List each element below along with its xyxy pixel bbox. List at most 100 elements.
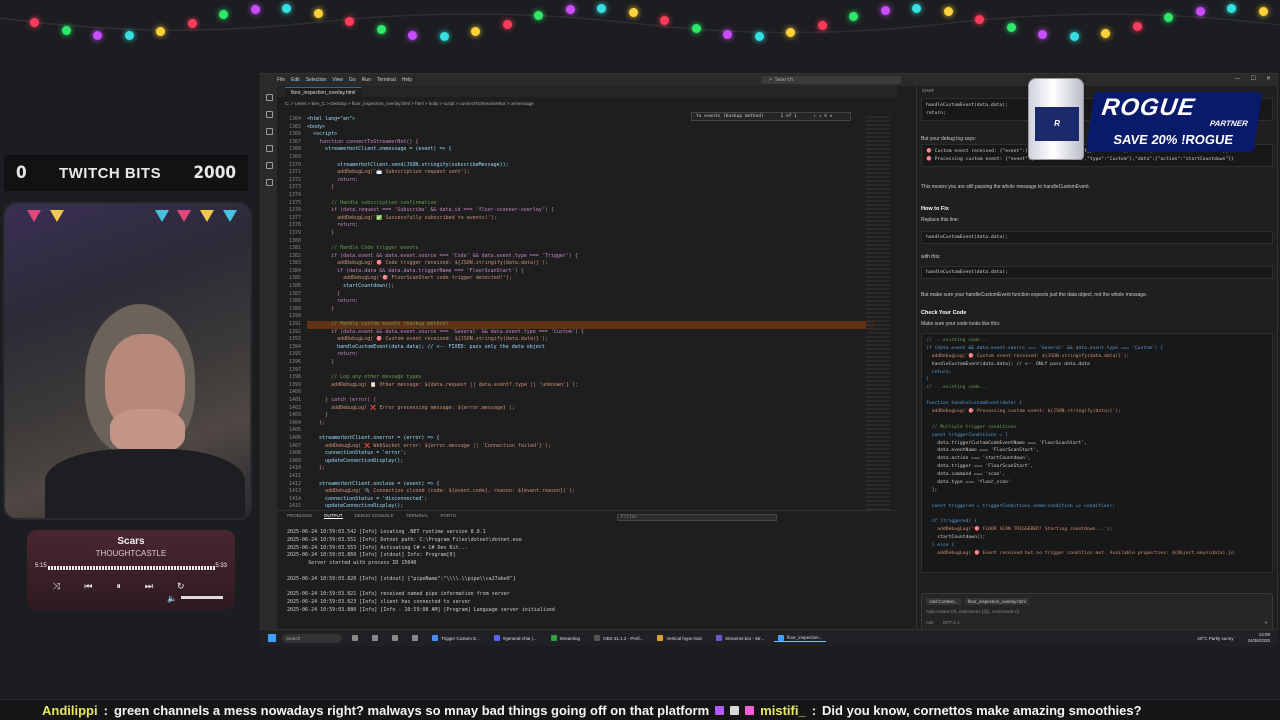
file-explorer-icon[interactable] <box>348 635 362 641</box>
explorer-icon[interactable] <box>265 94 273 101</box>
panel-tab-terminal[interactable]: TERMINAL <box>406 513 429 519</box>
shuffle-icon[interactable]: ⤨ <box>53 581 60 592</box>
fairy-light-bulb <box>93 31 102 41</box>
search-placeholder: Search <box>775 77 794 83</box>
panel-tab-output[interactable]: OUTPUT <box>324 513 343 519</box>
code-line: addDebugLog(`🎯 Custom event received: ${… <box>307 336 549 343</box>
find-nav-icon[interactable]: ↑ ↓ ≡ ✕ <box>813 114 832 119</box>
weather-widget[interactable]: 20°C Partly sunny <box>1197 636 1233 641</box>
code-editor[interactable]: 1364 1365 1366 1367 1368 1369 1370 1371 1372 1373… <box>277 116 875 510</box>
menu-item-go[interactable]: Go <box>349 77 356 83</box>
line-number: 1366 <box>288 131 301 138</box>
line-number: 1390 <box>288 313 301 320</box>
taskbar-app[interactable]: Trigger Custom E... <box>428 635 484 641</box>
start-icon[interactable] <box>268 634 276 642</box>
taskbar-app[interactable]: OBS 31.1.2 - Profi... <box>590 635 647 641</box>
chat-input[interactable]: Add Context... floor_inspection_overlay.… <box>921 593 1273 633</box>
taskbar-app[interactable]: floor_inspection... <box>774 634 827 642</box>
menu-item-terminal[interactable]: Terminal <box>377 77 396 83</box>
run-debug-icon[interactable] <box>265 145 273 152</box>
line-number: 1373 <box>288 184 301 191</box>
send-icon[interactable]: ➤ <box>1264 620 1268 626</box>
code-line: }; <box>307 419 326 426</box>
code-line: // ...existing code... <box>926 338 989 343</box>
chrome-icon[interactable] <box>388 635 402 641</box>
line-number: 1403 <box>288 412 301 419</box>
log-line: 2025-06-24 10:59:03.823 [Info] client ha… <box>287 599 471 606</box>
menu-item-edit[interactable]: Edit <box>291 77 300 83</box>
clock[interactable]: 13:09 24/06/2025 <box>1247 632 1278 644</box>
menu-item-run[interactable]: Run <box>362 77 371 83</box>
mode-select[interactable]: Ask <box>926 620 934 625</box>
fairy-light-bulb <box>534 11 543 21</box>
panel-tab-ports[interactable]: PORTS <box>441 513 456 519</box>
code-line: <script> <box>307 131 338 138</box>
line-number: 1367 <box>288 138 301 145</box>
next-icon[interactable]: ⏭ <box>145 581 153 592</box>
panel-tab-problems[interactable]: PROBLEMS <box>287 513 312 519</box>
edge-icon[interactable] <box>368 635 382 641</box>
code-line: streamerbotClient.send(JSON.stringify(su… <box>307 161 509 168</box>
badge-icon <box>730 705 740 715</box>
line-number: 1365 <box>288 123 301 130</box>
fairy-light-bulb <box>628 8 638 18</box>
taskbar-search[interactable]: Search <box>282 633 342 643</box>
panel-tab-debug-console[interactable]: DEBUG CONSOLE <box>355 513 394 519</box>
minimap[interactable] <box>866 116 890 510</box>
pause-icon[interactable]: ⏸ <box>116 581 121 592</box>
find-widget[interactable]: to events (backup method) 1 of 1 ↑ ↓ ≡ ✕ <box>691 112 851 121</box>
line-number: 1396 <box>288 359 301 365</box>
fairy-light-bulb <box>219 10 228 20</box>
line-number: 1386 <box>288 283 301 290</box>
line-number: 1399 <box>288 381 301 388</box>
log-line: 2025-06-24 10:59:03.542 [Info] Locating … <box>287 529 486 535</box>
close-icon[interactable]: ✕ <box>1266 75 1271 82</box>
taskbar-app[interactable]: Streamer.bot - Str... <box>712 635 768 641</box>
app-label: Trigger Custom E... <box>441 635 480 641</box>
menu-item-file[interactable]: File <box>277 77 285 83</box>
previous-icon[interactable]: ⏮ <box>84 581 92 592</box>
taskbar-app[interactable]: Streamlog <box>547 635 585 641</box>
taskbar-app[interactable]: #general-chat |... <box>490 635 541 641</box>
command-center-search[interactable]: ⌕ Search <box>761 76 901 84</box>
find-input[interactable]: to events (backup method) <box>696 114 764 119</box>
chat-text: Make sure your code looks like this: <box>921 321 1001 327</box>
taskbar-app[interactable]: Vertical hype train <box>653 635 706 641</box>
line-number: 1376 <box>288 207 301 214</box>
code-line: // Handle custom events (backup method) <box>307 321 875 329</box>
repeat-icon[interactable]: ↻ <box>177 581 185 592</box>
code-line: } <box>307 184 335 191</box>
extensions-icon[interactable] <box>265 162 273 169</box>
model-select[interactable]: GPT-4.1 <box>943 620 960 625</box>
discord-icon[interactable] <box>408 635 422 641</box>
menu-item-view[interactable]: View <box>332 77 343 83</box>
ticker-username: mistifi_ <box>760 702 806 718</box>
context-chip[interactable]: floor_inspection_overlay.html <box>964 598 1029 605</box>
progress-bar[interactable] <box>48 566 216 570</box>
tab-floor-inspection[interactable]: floor_inspection_overlay.html <box>285 87 362 97</box>
volume-icon[interactable]: 🔈 <box>167 594 177 603</box>
source-control-icon[interactable] <box>265 128 273 135</box>
code-line: const triggered = triggerConditions.some… <box>926 503 1116 509</box>
code-line: addDebugLog('🎯 FloorScanStart code trigg… <box>307 275 512 282</box>
streamer-hand <box>110 409 185 454</box>
breadcrumb[interactable]: C: > Users > Ben_C > Desktop > floor_ins… <box>285 101 534 106</box>
code-line: } catch (error) { <box>307 396 377 403</box>
code-line: if (data.event && data.event.source === … <box>307 252 578 259</box>
copilot-icon[interactable] <box>265 179 273 186</box>
menu-item-help[interactable]: Help <box>402 77 412 83</box>
menu-item-selection[interactable]: Selection <box>306 77 327 83</box>
code-line: addDebugLog('📩 Subscription request sent… <box>307 169 470 176</box>
code-line: addDebugLog(`❌ Error processing message:… <box>307 404 515 411</box>
app-label: Streamlog <box>559 635 581 641</box>
panel-filter-input[interactable]: Filter <box>617 514 777 521</box>
sponsor-banner: R ROGUE PARTNER SAVE 20% !ROGUE <box>1028 78 1263 160</box>
line-number: 1398 <box>288 374 301 381</box>
search-icon[interactable] <box>265 111 273 118</box>
code-line: updateConnectionDisplay(); <box>307 457 404 464</box>
volume-slider[interactable] <box>181 596 223 599</box>
context-chip[interactable]: Add Context... <box>926 598 961 605</box>
chat-input-placeholder[interactable]: Add context (#), extensions (@), command… <box>926 609 1268 614</box>
